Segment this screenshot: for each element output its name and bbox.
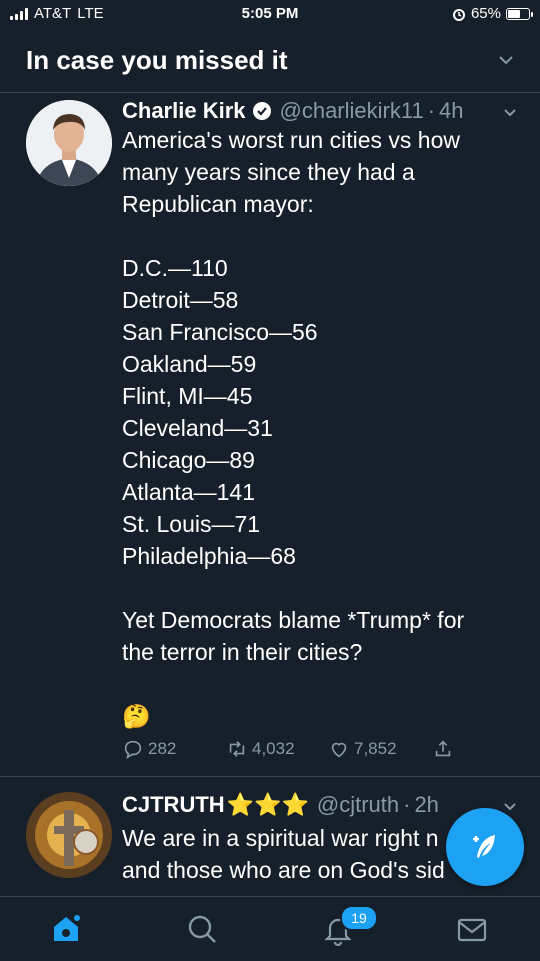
search-icon[interactable] [182,909,222,949]
notifications-badge: 19 [340,905,378,931]
chevron-down-icon[interactable] [496,50,516,70]
tweet-text-line: St. Louis—71 [122,511,261,537]
tweet-text-line: many years since they had a [122,159,415,185]
tweet-actions: 282 4,032 7,852 [122,738,482,766]
tweet-text-line: D.C.—110 [122,255,228,281]
avatar[interactable] [26,100,112,186]
reply-button[interactable]: 282 [122,738,176,760]
battery-level [508,9,520,18]
page-title: In case you missed it [26,45,288,75]
tweet[interactable]: Charlie Kirk @charliekirk11 · 4h America… [0,94,540,777]
verified-badge-icon [252,102,271,120]
share-icon [435,740,451,757]
tweet-text-line: Cleveland—31 [122,415,273,441]
tweet-text: We are in a spiritual war right n and tho… [122,822,462,886]
status-right: 65% [452,5,533,22]
tweet-text-line: Atlanta—141 [122,479,255,505]
battery-icon [506,7,533,20]
share-button[interactable] [432,738,454,760]
separator-dot: · [427,98,436,123]
tweet-menu-chevron-icon[interactable] [502,104,518,120]
alarm-icon [452,8,465,21]
tweet-text-line: Republican mayor: [122,191,314,217]
author-name[interactable]: Charlie Kirk [122,98,246,124]
tweet-text-line: San Francisco—56 [122,319,318,345]
author-handle[interactable]: @cjtruth [317,792,399,818]
home-icon[interactable] [46,909,86,949]
messages-envelope-icon[interactable] [452,909,492,949]
tweet-text-line: America's worst run cities vs how [122,127,460,153]
tweet-text-line: Detroit—58 [122,287,239,313]
tweet-header: CJTRUTH ⭐⭐⭐ @cjtruth · 2h [122,792,439,818]
tweet-text-line: Flint, MI—45 [122,383,253,409]
tweet-time: 2h [414,792,439,817]
retweet-count: 4,032 [252,739,295,758]
like-button[interactable]: 7,852 [328,738,397,760]
tweet-header: Charlie Kirk @charliekirk11 · 4h [122,98,464,124]
like-count: 7,852 [354,739,397,758]
tweet-text-line: the terror in their cities? [122,639,363,665]
tweet-text-line: Philadelphia—68 [122,543,296,569]
tweet-text-line: 🤔 [122,703,151,729]
tweet-text: America's worst run cities vs how many ye… [122,124,512,732]
tweet-text-line: and those who are on God's sid [122,857,445,883]
author-name[interactable]: CJTRUTH [122,792,225,818]
avatar[interactable] [26,792,112,878]
tab-bar [0,896,540,961]
reply-icon [124,740,142,759]
tweet-text-line: Chicago—89 [122,447,255,473]
compose-feather-icon [473,835,495,858]
battery-percent: 65% [470,5,501,22]
tweet-text-line: Oakland—59 [122,351,257,377]
tweet-text-line: We are in a spiritual war right n [122,825,439,851]
tweet-text-line: Yet Democrats blame *Trump* for [122,607,465,633]
retweet-button[interactable]: 4,032 [226,738,295,760]
tweet-menu-chevron-icon[interactable] [502,798,518,814]
star-emojis: ⭐⭐⭐ [226,792,309,817]
header: In case you missed it [0,28,540,93]
author-handle[interactable]: @charliekirk11 [280,98,424,124]
separator-dot: · [403,792,411,817]
heart-icon [331,742,347,758]
reply-count: 282 [148,739,177,758]
compose-tweet-button[interactable] [446,808,524,886]
retweet-icon [229,741,245,757]
status-bar: AT&T LTE 5:05 PM 65% [0,0,540,28]
tweet-time: 4h [439,98,464,123]
